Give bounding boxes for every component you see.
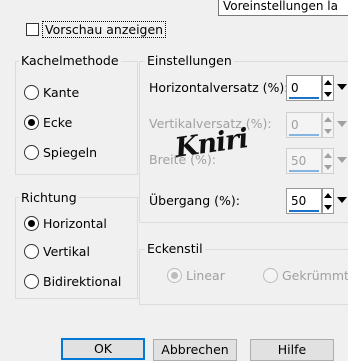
- radio-vertikal-button[interactable]: [24, 244, 39, 259]
- stepper-up-icon[interactable]: [324, 153, 332, 158]
- vertical-offset-input[interactable]: 0: [286, 112, 322, 138]
- radio-linear[interactable]: Linear: [167, 268, 225, 283]
- radio-spiegeln[interactable]: Spiegeln: [24, 145, 97, 160]
- radio-bidirektional[interactable]: Bidirektional: [24, 274, 121, 289]
- transition-label: Übergang (%):: [149, 193, 240, 208]
- settings-title: Einstellungen: [145, 53, 234, 68]
- radio-spiegeln-label[interactable]: Spiegeln: [43, 145, 97, 160]
- radio-linear-button[interactable]: [167, 268, 182, 283]
- cancel-button[interactable]: Abbrechen: [153, 339, 237, 361]
- radio-linear-label[interactable]: Linear: [186, 268, 225, 283]
- horizontal-offset-stepper[interactable]: [322, 75, 334, 101]
- horizontal-offset-value[interactable]: 0: [291, 81, 299, 95]
- radio-ecke-label[interactable]: Ecke: [43, 115, 72, 130]
- stepper-up-icon[interactable]: [324, 80, 332, 85]
- corner-style-title: Eckenstil: [145, 241, 205, 256]
- radio-ecke[interactable]: Ecke: [24, 115, 72, 130]
- stepper-down-icon[interactable]: [324, 205, 332, 210]
- stepper-up-icon[interactable]: [324, 117, 332, 122]
- radio-bidirektional-button[interactable]: [24, 274, 39, 289]
- horizontal-offset-underline: [289, 97, 319, 99]
- horizontal-offset-label: Horizontalversatz (%):: [149, 80, 289, 95]
- width-menu-icon[interactable]: [337, 157, 347, 163]
- radio-kante[interactable]: Kante: [24, 85, 79, 100]
- radio-vertikal-label[interactable]: Vertikal: [43, 244, 90, 259]
- preview-checkbox-box[interactable]: [26, 22, 39, 36]
- radio-bidirektional-label[interactable]: Bidirektional: [43, 274, 121, 289]
- help-button[interactable]: Hilfe: [250, 339, 334, 361]
- preview-checkbox-label[interactable]: Vorschau anzeigen: [42, 20, 167, 38]
- radio-ecke-button[interactable]: [24, 115, 39, 130]
- radio-spiegeln-button[interactable]: [24, 145, 39, 160]
- radio-horizontal-label[interactable]: Horizontal: [43, 216, 107, 231]
- width-input[interactable]: 50: [286, 148, 322, 174]
- vertical-offset-value[interactable]: 0: [291, 118, 299, 132]
- width-underline: [289, 170, 319, 172]
- help-button-label[interactable]: Hilfe: [278, 342, 306, 357]
- radio-gekruemmt-button[interactable]: [263, 268, 278, 283]
- presets-tooltip: Voreinstellungen la: [218, 0, 348, 16]
- cancel-button-label[interactable]: Abbrechen: [161, 342, 228, 357]
- radio-gekruemmt[interactable]: Gekrümmt: [263, 268, 348, 283]
- direction-title: Richtung: [19, 190, 79, 205]
- stepper-down-icon[interactable]: [324, 165, 332, 170]
- horizontal-offset-menu-icon[interactable]: [337, 84, 347, 90]
- radio-horizontal-button[interactable]: [24, 216, 39, 231]
- radio-vertikal[interactable]: Vertikal: [24, 244, 90, 259]
- vertical-offset-stepper[interactable]: [322, 112, 334, 138]
- stepper-down-icon[interactable]: [324, 129, 332, 134]
- transition-stepper[interactable]: [322, 188, 334, 214]
- transition-menu-icon[interactable]: [337, 197, 347, 203]
- ok-button[interactable]: OK: [61, 338, 145, 360]
- transition-value[interactable]: 50: [291, 194, 306, 208]
- radio-kante-label[interactable]: Kante: [43, 85, 79, 100]
- transition-underline: [289, 210, 319, 212]
- radio-gekruemmt-label[interactable]: Gekrümmt: [282, 268, 348, 283]
- radio-kante-button[interactable]: [24, 85, 39, 100]
- radio-horizontal[interactable]: Horizontal: [24, 216, 107, 231]
- width-value[interactable]: 50: [291, 154, 306, 168]
- tiling-method-title: Kachelmethode: [19, 53, 121, 68]
- vertical-offset-menu-icon[interactable]: [337, 121, 347, 127]
- stepper-down-icon[interactable]: [324, 92, 332, 97]
- vertical-offset-underline: [289, 134, 319, 136]
- preview-checkbox[interactable]: Vorschau anzeigen: [26, 20, 167, 38]
- horizontal-offset-input[interactable]: 0: [286, 75, 322, 101]
- width-stepper[interactable]: [322, 148, 334, 174]
- presets-tooltip-text: Voreinstellungen la: [223, 0, 338, 13]
- stepper-up-icon[interactable]: [324, 193, 332, 198]
- transition-input[interactable]: 50: [286, 188, 322, 214]
